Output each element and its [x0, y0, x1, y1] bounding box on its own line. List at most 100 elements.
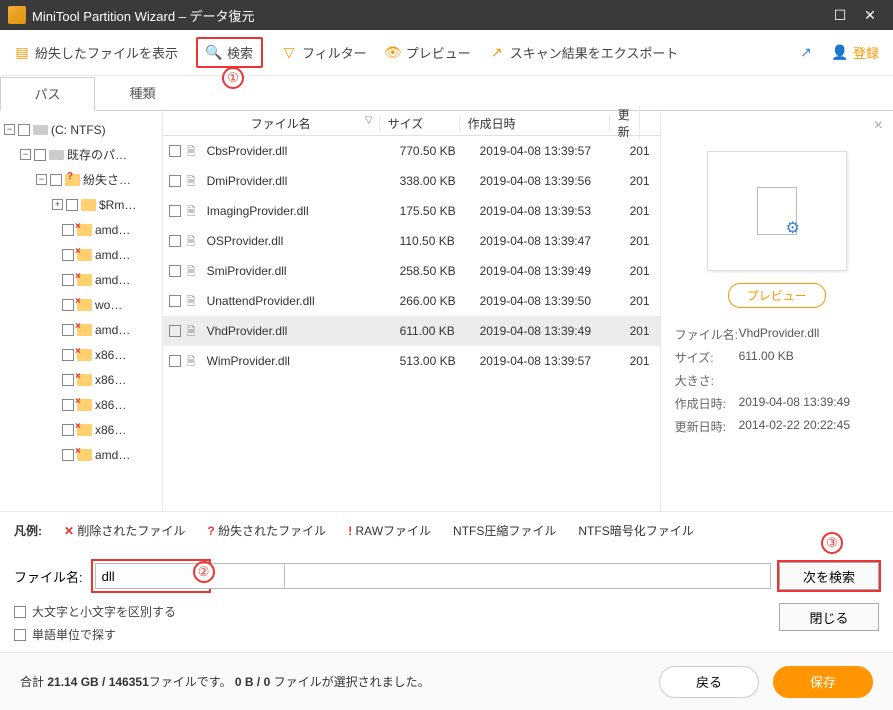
tree-checkbox[interactable]: [18, 124, 30, 136]
expand-icon[interactable]: −: [4, 124, 15, 135]
col-created[interactable]: 作成日時: [460, 115, 610, 132]
tree-drive[interactable]: − (C: NTFS): [4, 117, 158, 142]
cell-name: CbsProvider.dll: [207, 144, 400, 158]
col-updated[interactable]: 更新: [610, 106, 640, 140]
row-checkbox[interactable]: [169, 205, 181, 217]
filter-label: フィルター: [302, 43, 367, 62]
toolbar: ▤ 紛失したファイルを表示 🔍 検索 ① ▽ フィルター 👁 プレビュー ↗ ス…: [0, 30, 893, 76]
table-row[interactable]: 🗎DmiProvider.dll338.00 KB2019-04-08 13:3…: [163, 166, 660, 196]
cell-size: 770.50 KB: [400, 144, 480, 158]
case-checkbox[interactable]: [14, 606, 26, 618]
row-checkbox[interactable]: [169, 235, 181, 247]
tree-item-label: x86…: [95, 348, 126, 362]
tree-checkbox[interactable]: [62, 274, 74, 286]
col-size[interactable]: サイズ: [380, 115, 460, 132]
file-dll-icon: 🗎: [187, 263, 203, 279]
tree-checkbox[interactable]: [62, 249, 74, 261]
tab-type[interactable]: 種類: [95, 76, 190, 110]
export-button[interactable]: ↗ スキャン結果をエクスポート: [489, 43, 679, 62]
table-row[interactable]: 🗎 ImagingProvider.dll175.50 KB2019-04-08 …: [163, 196, 660, 226]
tree-item[interactable]: amd…: [4, 442, 158, 467]
cell-size: 258.50 KB: [400, 264, 480, 278]
find-next-button[interactable]: 次を検索: [779, 562, 879, 590]
maximize-button[interactable]: ☐: [825, 7, 855, 24]
tree-checkbox[interactable]: [62, 224, 74, 236]
tree-item[interactable]: amd…: [4, 267, 158, 292]
tree-checkbox[interactable]: [62, 424, 74, 436]
tree-existing[interactable]: − 既存のパ…: [4, 142, 158, 167]
tree-item[interactable]: x86…: [4, 392, 158, 417]
register-label: 登録: [853, 43, 879, 62]
tree-lost[interactable]: − 紛失さ…: [4, 167, 158, 192]
word-checkbox[interactable]: [14, 629, 26, 641]
tree-existing-label: 既存のパ…: [67, 146, 127, 163]
tree-checkbox[interactable]: [62, 399, 74, 411]
expand-icon[interactable]: −: [20, 149, 31, 160]
row-checkbox[interactable]: [169, 325, 181, 337]
deleted-folder-icon: [77, 249, 92, 261]
tree-checkbox[interactable]: [62, 299, 74, 311]
save-button[interactable]: 保存: [773, 666, 873, 698]
tree-checkbox[interactable]: [62, 349, 74, 361]
tree-item[interactable]: x86…: [4, 417, 158, 442]
tree-item-label: amd…: [95, 323, 130, 337]
table-row[interactable]: 🗎OSProvider.dll110.50 KB2019-04-08 13:39…: [163, 226, 660, 256]
file-dll-icon: 🗎: [187, 203, 203, 219]
tree-item[interactable]: x86…: [4, 367, 158, 392]
tree-item-label: amd…: [95, 223, 130, 237]
back-button[interactable]: 戻る: [659, 666, 759, 698]
expand-icon[interactable]: +: [52, 199, 63, 210]
tree-checkbox[interactable]: [66, 199, 78, 211]
tree-checkbox[interactable]: [62, 374, 74, 386]
expand-icon[interactable]: −: [36, 174, 47, 185]
register-button[interactable]: 👤 登録: [832, 43, 879, 62]
close-button[interactable]: ✕: [855, 7, 885, 24]
tree-item[interactable]: amd…: [4, 242, 158, 267]
preview-button[interactable]: 👁 プレビュー: [385, 43, 471, 62]
tree-item-label: x86…: [95, 373, 126, 387]
preview-close-icon[interactable]: ×: [874, 117, 883, 135]
table-row[interactable]: 🗎VhdProvider.dll611.00 KB2019-04-08 13:3…: [163, 316, 660, 346]
file-list-panel: ファイル名▽ サイズ 作成日時 更新 🗎CbsProvider.dll770.5…: [163, 111, 660, 511]
cell-size: 266.00 KB: [400, 294, 480, 308]
cell-created: 2019-04-08 13:39:53: [480, 204, 630, 218]
eye-icon: 👁: [385, 45, 401, 61]
table-row[interactable]: 🗎WimProvider.dll513.00 KB2019-04-08 13:3…: [163, 346, 660, 376]
tree-checkbox[interactable]: [34, 149, 46, 161]
tree-checkbox[interactable]: [62, 324, 74, 336]
lbl-size: サイズ:: [675, 349, 739, 366]
preview-open-button[interactable]: プレビュー: [728, 283, 826, 308]
tree-item[interactable]: amd…: [4, 217, 158, 242]
tree-checkbox[interactable]: [62, 449, 74, 461]
search-input[interactable]: [95, 563, 285, 589]
tree-checkbox[interactable]: [50, 174, 62, 186]
search-button[interactable]: 🔍 検索 ①: [196, 37, 263, 68]
cell-name: SmiProvider.dll: [207, 264, 400, 278]
show-lost-files-button[interactable]: ▤ 紛失したファイルを表示: [14, 43, 178, 62]
tree-item[interactable]: wo…: [4, 292, 158, 317]
filter-button[interactable]: ▽ フィルター: [281, 43, 367, 62]
cell-size: 175.50 KB: [400, 204, 480, 218]
table-row[interactable]: 🗎CbsProvider.dll770.50 KB2019-04-08 13:3…: [163, 136, 660, 166]
search-input-ext[interactable]: [219, 563, 771, 589]
table-row[interactable]: 🗎UnattendProvider.dll266.00 KB2019-04-08…: [163, 286, 660, 316]
tree-rm[interactable]: + $Rm…: [4, 192, 158, 217]
tree-item-label: amd…: [95, 448, 130, 462]
row-checkbox[interactable]: [169, 145, 181, 157]
row-checkbox[interactable]: [169, 295, 181, 307]
cell-created: 2019-04-08 13:39:57: [480, 354, 630, 368]
tree-item[interactable]: x86…: [4, 342, 158, 367]
cell-size: 338.00 KB: [400, 174, 480, 188]
col-name[interactable]: ファイル名▽: [187, 115, 380, 132]
share-icon[interactable]: ↗: [798, 45, 814, 61]
cell-name: ImagingProvider.dll: [207, 204, 400, 218]
tree-item[interactable]: amd…: [4, 317, 158, 342]
search-close-button[interactable]: 閉じる: [779, 603, 879, 631]
row-checkbox[interactable]: [169, 265, 181, 277]
row-checkbox[interactable]: [169, 355, 181, 367]
tab-path[interactable]: パス: [0, 77, 95, 111]
lbl-updated: 更新日時:: [675, 418, 739, 435]
row-checkbox[interactable]: [169, 175, 181, 187]
cell-size: 611.00 KB: [400, 324, 480, 338]
table-row[interactable]: 🗎SmiProvider.dll258.50 KB2019-04-08 13:3…: [163, 256, 660, 286]
